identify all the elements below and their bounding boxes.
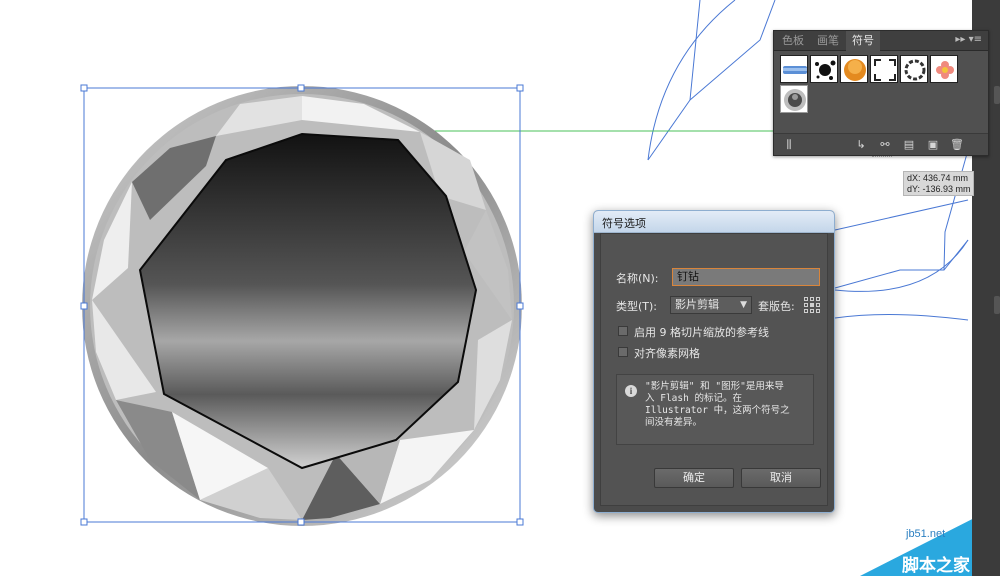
frame-corners-symbol[interactable] bbox=[870, 55, 898, 83]
symbol-options-icon[interactable]: ▤ bbox=[902, 138, 916, 152]
watermark-site: jb51.net bbox=[906, 528, 946, 540]
info-line: 入 Flash 的标记。在 bbox=[645, 393, 743, 404]
dialog-body: 名称(N): 钉钻 类型(T): 影片剪辑 ▼ 套版色: 启用 9 格切片缩放的… bbox=[600, 233, 828, 506]
pixel-grid-label: 对齐像素网格 bbox=[634, 347, 700, 360]
symbol-libraries-icon[interactable]: ⫼ bbox=[782, 138, 796, 152]
symbols-panel: 色板 画笔 符号 ▸▸ ▾≡ ⫼ ↳ ⚯ ▤ ▣ 🗑 bbox=[773, 30, 989, 159]
ink-splat-symbol[interactable] bbox=[810, 55, 838, 83]
toolbar-knob[interactable] bbox=[994, 86, 1000, 104]
panel-footer: ⫼ ↳ ⚯ ▤ ▣ 🗑 bbox=[774, 133, 988, 155]
panel-resize-grip[interactable] bbox=[872, 156, 892, 159]
toolbar-knob[interactable] bbox=[994, 296, 1000, 314]
nine-slice-label: 启用 9 格切片缩放的参考线 bbox=[634, 326, 769, 339]
flower-symbol[interactable] bbox=[930, 55, 958, 83]
type-select-value: 影片剪辑 bbox=[675, 298, 719, 311]
name-label: 名称(N): bbox=[616, 272, 659, 285]
info-box: i "影片剪辑" 和 "图形"是用来导入 Flash 的标记。在 Illustra… bbox=[616, 374, 814, 445]
tab-symbols[interactable]: 符号 bbox=[846, 31, 880, 51]
info-line: 间没有差异。 bbox=[645, 417, 703, 428]
watermark-name: 脚本之家 bbox=[902, 556, 970, 576]
ring-symbol[interactable] bbox=[900, 55, 928, 83]
info-icon: i bbox=[625, 385, 637, 397]
diamond-symbol[interactable] bbox=[780, 85, 808, 113]
symbol-name-input[interactable]: 钉钻 bbox=[672, 268, 820, 286]
info-line: Illustrator 中，这两个符号之 bbox=[645, 405, 790, 416]
ok-button[interactable]: 确定 bbox=[654, 468, 734, 488]
symbol-type-select[interactable]: 影片剪辑 ▼ bbox=[670, 296, 752, 314]
dialog-titlebar[interactable]: 符号选项 bbox=[594, 211, 834, 233]
symbol-options-dialog: 符号选项 名称(N): 钉钻 类型(T): 影片剪辑 ▼ 套版色: 启用 9 格… bbox=[593, 210, 835, 513]
orange-button-symbol[interactable] bbox=[840, 55, 868, 83]
tab-swatches[interactable]: 色板 bbox=[776, 31, 810, 51]
diamond-artwork[interactable] bbox=[82, 86, 522, 526]
panel-tab-bar: 色板 画笔 符号 ▸▸ ▾≡ bbox=[774, 31, 988, 51]
break-link-icon[interactable]: ⚯ bbox=[878, 138, 892, 152]
cancel-button[interactable]: 取消 bbox=[741, 468, 821, 488]
info-text: "影片剪辑" 和 "图形"是用来导入 Flash 的标记。在 Illustrato… bbox=[645, 381, 815, 429]
move-delta-tooltip: dX: 436.74 mm dY: -136.93 mm bbox=[903, 171, 974, 196]
delta-x-readout: dX: 436.74 mm bbox=[907, 173, 969, 183]
panel-menu-icon[interactable]: ▸▸ ▾≡ bbox=[955, 34, 982, 45]
new-symbol-icon[interactable]: ▣ bbox=[926, 138, 940, 152]
pixel-grid-checkbox[interactable] bbox=[618, 347, 628, 357]
registration-point-grid[interactable] bbox=[804, 297, 821, 314]
nine-slice-checkbox[interactable] bbox=[618, 326, 628, 336]
delta-y-readout: dY: -136.93 mm bbox=[907, 184, 971, 194]
registration-label: 套版色: bbox=[758, 300, 795, 313]
delete-icon[interactable]: 🗑 bbox=[950, 138, 964, 152]
type-label: 类型(T): bbox=[616, 300, 658, 313]
dialog-title: 符号选项 bbox=[602, 217, 646, 230]
info-line: "影片剪辑" 和 "图形"是用来导 bbox=[645, 381, 784, 392]
chevron-down-icon: ▼ bbox=[740, 300, 747, 310]
tab-brushes[interactable]: 画笔 bbox=[811, 31, 845, 51]
place-symbol-icon[interactable]: ↳ bbox=[854, 138, 868, 152]
blue-brush-stroke-symbol[interactable] bbox=[780, 55, 808, 83]
